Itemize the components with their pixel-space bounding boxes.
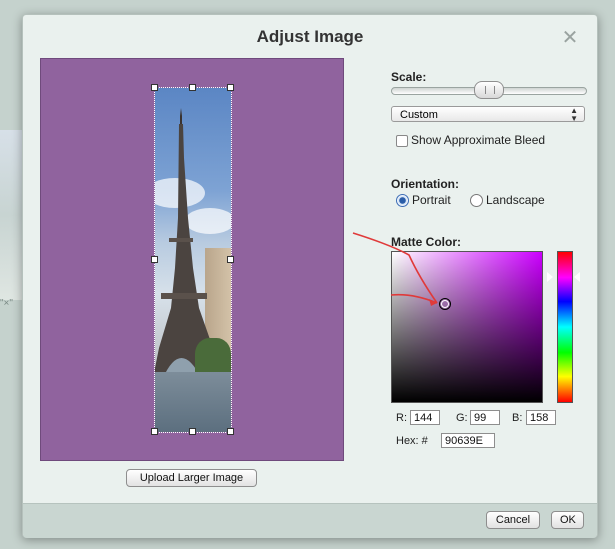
blue-input[interactable]: 158	[526, 410, 556, 425]
ok-button[interactable]: OK	[551, 511, 584, 529]
cancel-button[interactable]: Cancel	[486, 511, 540, 529]
portrait-radio[interactable]	[396, 194, 409, 207]
upload-larger-image-button[interactable]: Upload Larger Image	[126, 469, 257, 487]
red-label: R:	[396, 412, 407, 424]
scale-label: Scale:	[391, 70, 427, 84]
hue-marker-right-icon[interactable]	[574, 272, 580, 282]
red-input[interactable]: 144	[410, 410, 440, 425]
scale-preset-value: Custom	[400, 109, 438, 121]
landscape-radio[interactable]	[470, 194, 483, 207]
blue-label: B:	[512, 412, 523, 424]
dialog-title: Adjust Image	[256, 27, 364, 46]
crop-handle-bottom-right[interactable]	[227, 428, 234, 435]
background-page-thumbnail	[0, 130, 22, 300]
close-icon[interactable]: ✕	[561, 28, 579, 48]
crop-handle-bottom[interactable]	[189, 428, 196, 435]
hex-label: Hex: #	[396, 435, 428, 447]
background-page-text: "×"	[0, 298, 13, 309]
photo-crop-area[interactable]	[154, 87, 232, 433]
show-bleed-checkbox[interactable]	[396, 135, 408, 147]
green-input[interactable]: 99	[470, 410, 500, 425]
hue-marker-left-icon[interactable]	[547, 272, 553, 282]
crop-handle-top[interactable]	[189, 84, 196, 91]
image-preview-canvas	[40, 58, 344, 461]
select-arrows-icon: ▲ ▼	[570, 106, 578, 123]
dialog-footer: Cancel OK	[23, 503, 597, 538]
adjust-image-dialog: Adjust Image ✕ Upload Larger Image Scale…	[22, 14, 598, 538]
hex-input[interactable]: 90639E	[441, 433, 495, 448]
red-annotation-arrows	[352, 232, 438, 306]
portrait-label[interactable]: Portrait	[412, 193, 451, 207]
hue-slider[interactable]	[557, 251, 573, 403]
landscape-label[interactable]: Landscape	[486, 193, 545, 207]
photo-fountain-water	[155, 372, 231, 432]
show-bleed-label[interactable]: Show Approximate Bleed	[411, 133, 545, 147]
crop-handle-top-right[interactable]	[227, 84, 234, 91]
crop-handle-left[interactable]	[151, 256, 158, 263]
crop-handle-bottom-left[interactable]	[151, 428, 158, 435]
scale-slider-thumb[interactable]	[474, 81, 504, 99]
crop-handle-top-left[interactable]	[151, 84, 158, 91]
orientation-label: Orientation:	[391, 177, 459, 191]
green-label: G:	[456, 412, 468, 424]
crop-handle-right[interactable]	[227, 256, 234, 263]
slider-grip-icon	[485, 86, 495, 94]
scale-preset-select[interactable]: Custom ▲ ▼	[391, 106, 585, 123]
